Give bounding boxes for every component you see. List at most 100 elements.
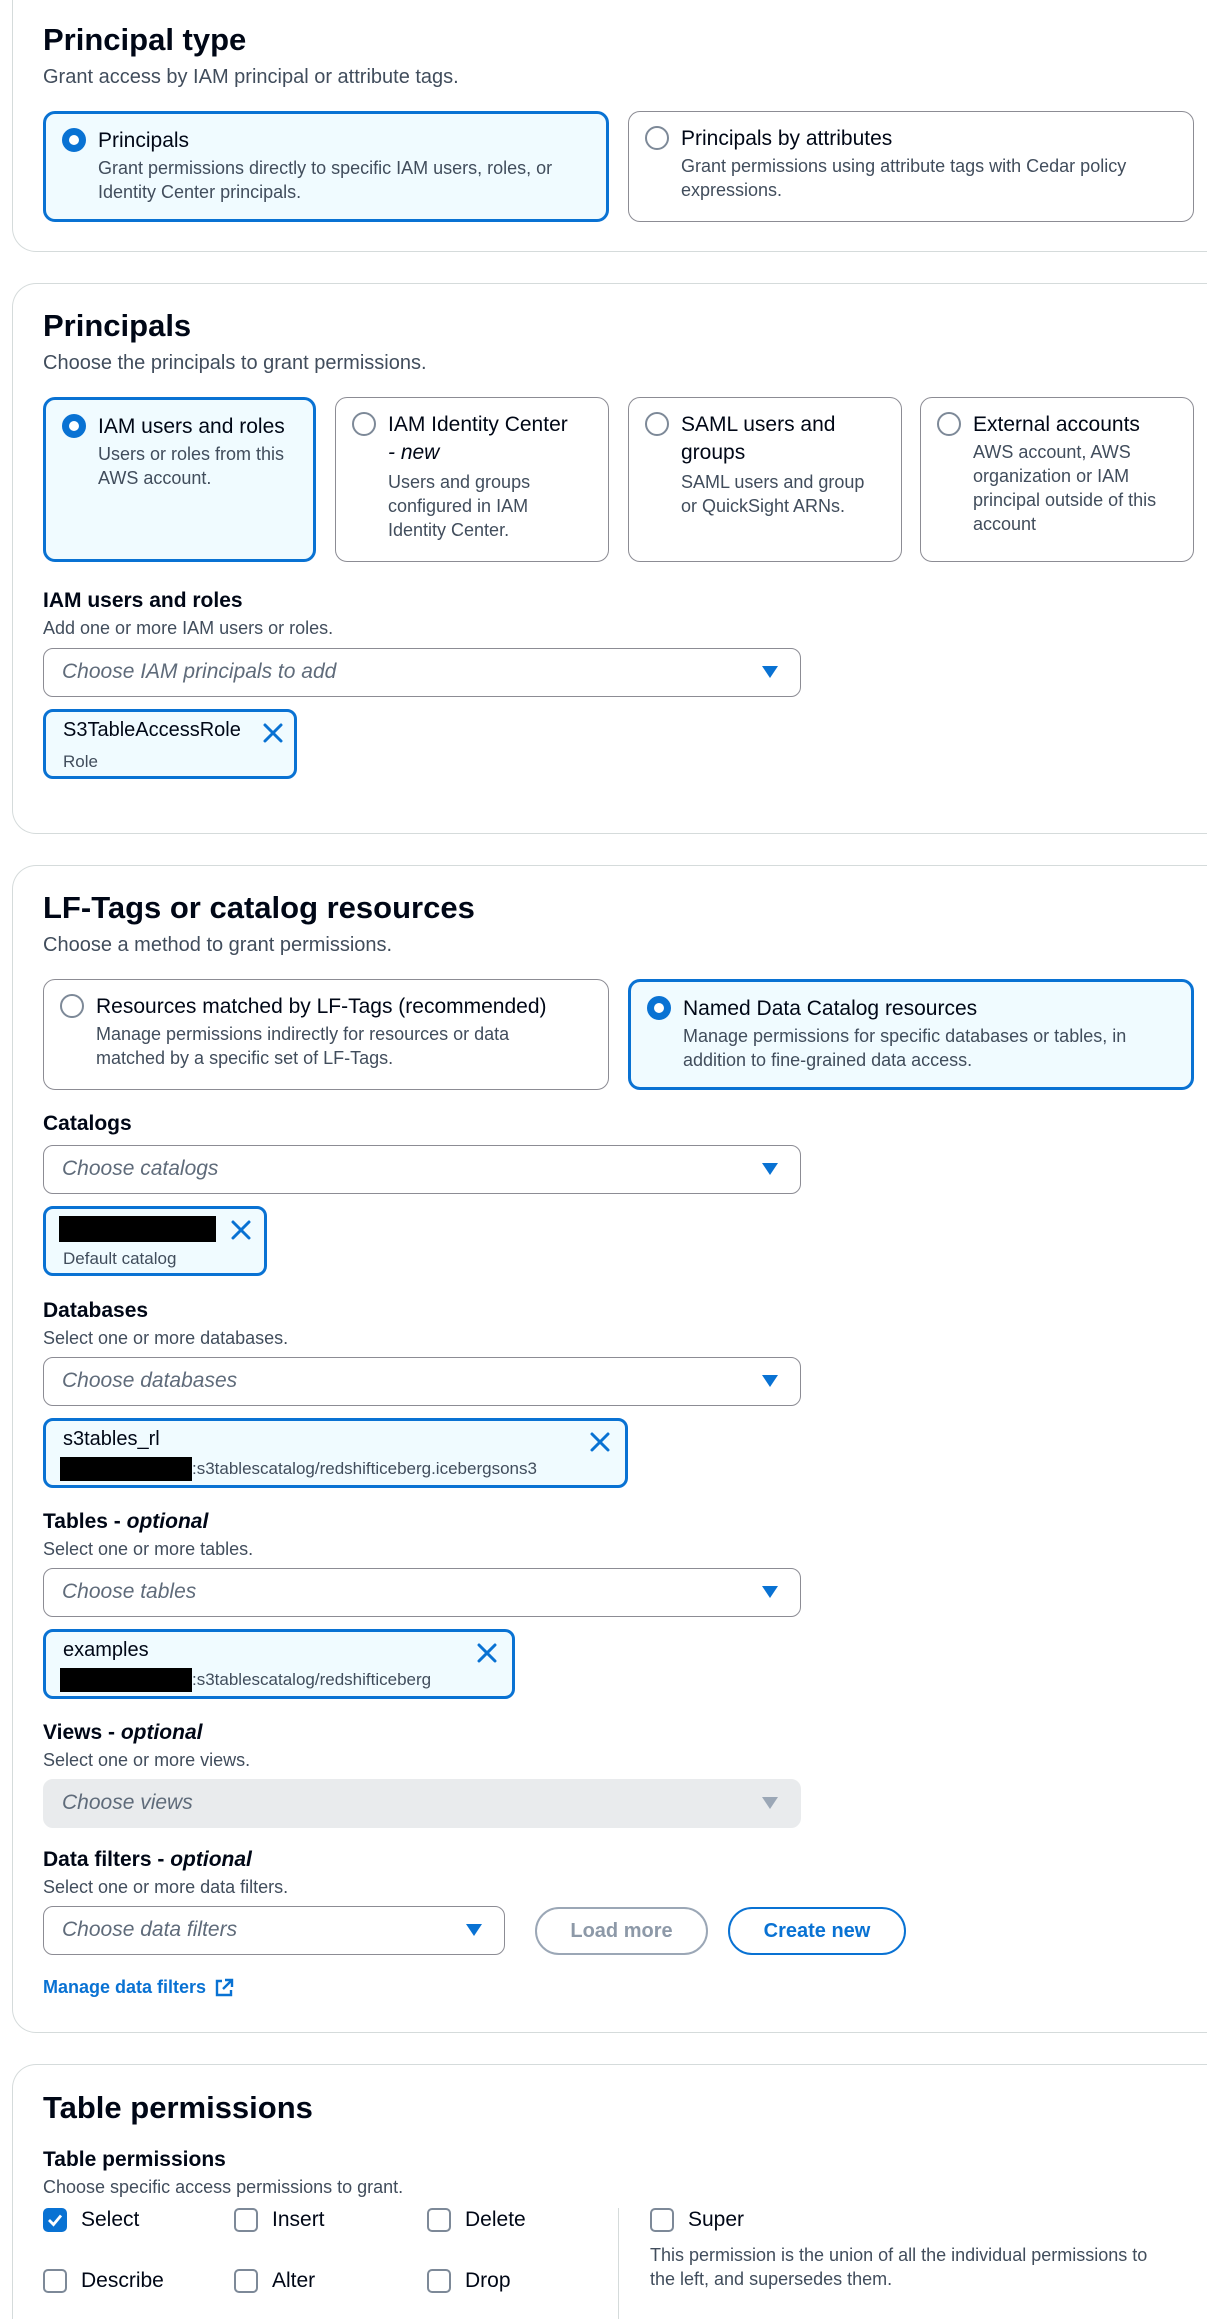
- views-label: Views - optional: [43, 1721, 203, 1744]
- select-placeholder: Choose catalogs: [62, 1157, 219, 1180]
- create-new-button[interactable]: Create new: [728, 1907, 906, 1955]
- principal-type-option-principals[interactable]: Principals Grant permissions directly to…: [43, 111, 609, 222]
- principals-description: Choose the principals to grant permissio…: [43, 352, 427, 374]
- tables-select[interactable]: Choose tables: [43, 1568, 801, 1617]
- databases-select[interactable]: Choose databases: [43, 1357, 801, 1406]
- checkbox-label: Super: [688, 2208, 745, 2231]
- option-label: Principals: [98, 129, 190, 152]
- checkbox-select[interactable]: Select: [43, 2208, 139, 2232]
- views-description: Select one or more views.: [43, 1750, 251, 1770]
- manage-data-filters-link[interactable]: Manage data filters: [43, 1977, 234, 1998]
- principals-option-saml[interactable]: SAML users and groups SAML users and gro…: [628, 397, 902, 562]
- radio-unselected-icon: [645, 126, 669, 150]
- checkbox-unchecked-icon: [43, 2269, 67, 2293]
- checkbox-delete[interactable]: Delete: [427, 2208, 526, 2232]
- checkbox-unchecked-icon: [427, 2208, 451, 2232]
- option-description: Manage permissions for specific database…: [683, 1026, 1127, 1070]
- select-placeholder: Choose IAM principals to add: [62, 660, 337, 683]
- checkbox-insert[interactable]: Insert: [234, 2208, 325, 2232]
- remove-token-close-icon[interactable]: [226, 1215, 256, 1245]
- select-placeholder: Choose tables: [62, 1580, 197, 1603]
- radio-selected-icon: [647, 996, 671, 1020]
- checkbox-label: Describe: [81, 2269, 164, 2292]
- data-filters-description: Select one or more data filters.: [43, 1877, 289, 1897]
- option-label: Resources matched by LF-Tags (recommende…: [96, 995, 547, 1018]
- iam-users-roles-description: Add one or more IAM users or roles.: [43, 618, 334, 638]
- caret-down-icon: [762, 1375, 778, 1387]
- catalogs-select[interactable]: Choose catalogs: [43, 1145, 801, 1194]
- principals-title: Principals: [43, 308, 192, 343]
- option-label: IAM Identity Center - new: [388, 413, 568, 464]
- radio-unselected-icon: [645, 412, 669, 436]
- option-description: Grant permissions using attribute tags w…: [681, 156, 1127, 200]
- caret-down-icon: [466, 1924, 482, 1936]
- checkbox-drop[interactable]: Drop: [427, 2269, 511, 2293]
- checkbox-describe[interactable]: Describe: [43, 2269, 164, 2293]
- checkbox-alter[interactable]: Alter: [234, 2269, 315, 2293]
- checkbox-unchecked-icon: [234, 2269, 258, 2293]
- option-label: IAM users and roles: [98, 415, 285, 438]
- option-description: SAML users and group or QuickSight ARNs.: [681, 472, 865, 516]
- principals-option-identity-center[interactable]: IAM Identity Center - new Users and grou…: [335, 397, 609, 562]
- checkbox-unchecked-icon: [427, 2269, 451, 2293]
- token-arn: :s3tablescatalog/redshifticeberg: [60, 1668, 431, 1692]
- checkbox-label: Insert: [272, 2208, 325, 2231]
- option-label: Named Data Catalog resources: [683, 997, 978, 1020]
- caret-down-icon: [762, 1797, 778, 1809]
- remove-token-close-icon[interactable]: [585, 1427, 615, 1457]
- checkbox-super[interactable]: Super: [650, 2208, 744, 2232]
- iam-principals-select[interactable]: Choose IAM principals to add: [43, 648, 801, 697]
- redacted-account-id: [60, 1668, 192, 1692]
- iam-principal-token: S3TableAccessRole Role: [43, 709, 297, 779]
- lf-tags-option-named-resources[interactable]: Named Data Catalog resources Manage perm…: [628, 979, 1194, 1090]
- super-description: This permission is the union of all the …: [650, 2245, 1148, 2289]
- select-placeholder: Choose databases: [62, 1369, 238, 1392]
- load-more-button: Load more: [535, 1907, 708, 1955]
- select-placeholder: Choose data filters: [62, 1918, 238, 1941]
- radio-unselected-icon: [937, 412, 961, 436]
- caret-down-icon: [762, 1163, 778, 1175]
- principal-type-description: Grant access by IAM principal or attribu…: [43, 66, 459, 88]
- iam-users-roles-label: IAM users and roles: [43, 589, 243, 612]
- token-name: s3tables_rl: [63, 1428, 160, 1450]
- option-description: AWS account, AWS organization or IAM pri…: [973, 442, 1157, 534]
- lf-tags-description: Choose a method to grant permissions.: [43, 934, 393, 956]
- redacted-account-id: [60, 1457, 192, 1481]
- option-label: Principals by attributes: [681, 127, 893, 150]
- databases-label: Databases: [43, 1299, 149, 1322]
- select-placeholder: Choose views: [62, 1791, 193, 1814]
- option-description: Grant permissions directly to specific I…: [98, 158, 553, 202]
- remove-token-close-icon[interactable]: [472, 1638, 502, 1668]
- tables-label: Tables - optional: [43, 1510, 209, 1533]
- radio-selected-icon: [62, 128, 86, 152]
- tables-description: Select one or more tables.: [43, 1539, 254, 1559]
- caret-down-icon: [762, 666, 778, 678]
- catalog-token: Default catalog: [43, 1206, 267, 1276]
- views-select: Choose views: [43, 1779, 801, 1828]
- redacted-catalog-name: [59, 1216, 216, 1242]
- checkbox-label: Delete: [465, 2208, 526, 2231]
- external-link-icon: [215, 1978, 234, 1996]
- lf-tags-option-matched-by-tags[interactable]: Resources matched by LF-Tags (recommende…: [43, 979, 609, 1090]
- checkbox-label: Alter: [272, 2269, 316, 2292]
- table-token: examples :s3tablescatalog/redshifticeber…: [43, 1629, 515, 1699]
- principals-option-iam-users-roles[interactable]: IAM users and roles Users or roles from …: [43, 397, 316, 562]
- principal-type-title: Principal type: [43, 22, 247, 57]
- option-label: External accounts: [973, 413, 1140, 436]
- principals-option-external-accounts[interactable]: External accounts AWS account, AWS organ…: [920, 397, 1194, 562]
- option-label: SAML users and groups: [681, 413, 836, 464]
- token-name: S3TableAccessRole: [63, 719, 241, 741]
- checkbox-label: Select: [81, 2208, 140, 2231]
- radio-selected-icon: [62, 414, 86, 438]
- checkbox-unchecked-icon: [234, 2208, 258, 2232]
- checkbox-unchecked-icon: [650, 2208, 674, 2232]
- data-filters-label: Data filters - optional: [43, 1848, 252, 1871]
- option-description: Manage permissions indirectly for resour…: [96, 1024, 510, 1068]
- table-permissions-title: Table permissions: [43, 2090, 313, 2125]
- checkbox-label: Drop: [465, 2269, 511, 2292]
- data-filters-select[interactable]: Choose data filters: [43, 1906, 505, 1955]
- token-type: Default catalog: [63, 1249, 177, 1268]
- table-permissions-field-description: Choose specific access permissions to gr…: [43, 2177, 404, 2197]
- principal-type-option-by-attributes[interactable]: Principals by attributes Grant permissio…: [628, 111, 1194, 222]
- remove-token-close-icon[interactable]: [258, 718, 288, 748]
